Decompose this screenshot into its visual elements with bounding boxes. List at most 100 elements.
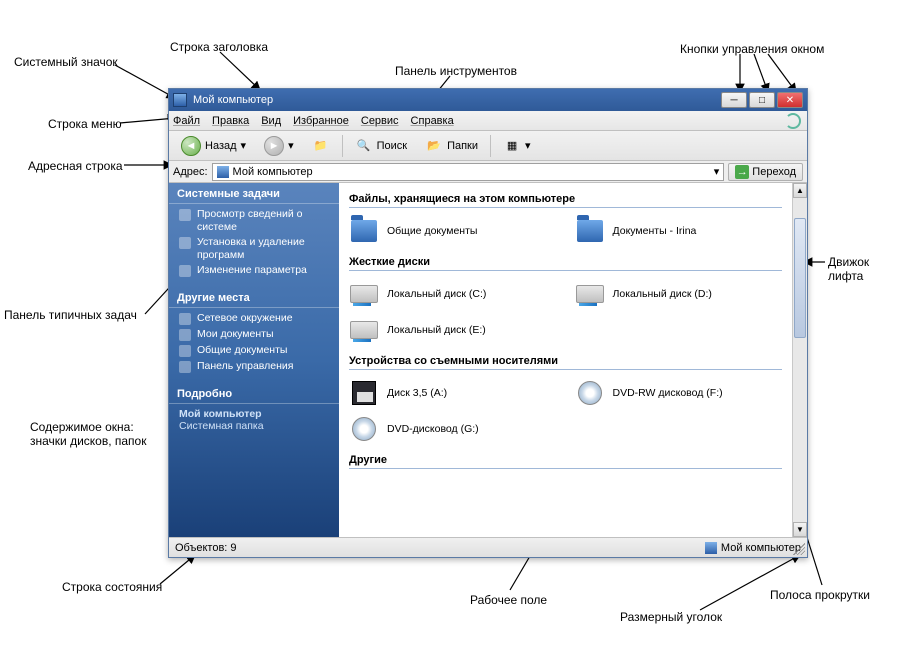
setting-icon <box>179 265 191 277</box>
drive-icon <box>576 285 604 303</box>
scroll-up-button[interactable]: ▲ <box>793 183 807 198</box>
sidebar-item[interactable]: Установка и удаление программ <box>179 236 333 261</box>
menu-tools[interactable]: Сервис <box>361 115 399 127</box>
menu-view[interactable]: Вид <box>261 115 281 127</box>
go-arrow-icon: → <box>735 165 749 179</box>
content-pane[interactable]: Файлы, хранящиеся на этом компьютере Общ… <box>339 183 792 537</box>
scroll-track[interactable] <box>793 198 807 522</box>
network-icon <box>179 313 191 325</box>
sidebar-item[interactable]: Изменение параметра <box>179 264 333 277</box>
computer-icon <box>217 166 229 178</box>
computer-icon <box>705 542 717 554</box>
folders-icon: 📂 <box>425 137 443 155</box>
callout-scrollbar: Полоса прокрутки <box>770 588 870 602</box>
toolbar: ◄ Назад ▾ ► ▾ 📁 🔍 Поиск 📂 Папки ▦ ▾ <box>169 131 807 161</box>
back-icon: ◄ <box>181 136 201 156</box>
optical-item[interactable]: DVD-RW дисковод (F:) <box>575 378 783 408</box>
nav-back-button[interactable]: ◄ Назад ▾ <box>175 134 252 158</box>
callout-thumb: Движок лифта <box>828 255 900 283</box>
scroll-thumb[interactable] <box>794 218 806 338</box>
up-folder-icon: 📁 <box>312 137 330 155</box>
nav-forward-button[interactable]: ► ▾ <box>258 134 300 158</box>
address-value: Мой компьютер <box>233 166 313 178</box>
toolbar-separator <box>490 135 491 157</box>
shared-icon <box>179 345 191 357</box>
search-button[interactable]: 🔍 Поиск <box>349 135 413 157</box>
forward-icon: ► <box>264 136 284 156</box>
callout-menu-row: Строка меню <box>48 117 122 131</box>
dropdown-icon[interactable]: ▾ <box>714 165 720 178</box>
callout-title-row: Строка заголовка <box>170 40 268 54</box>
callout-resize: Размерный уголок <box>620 610 722 624</box>
vertical-scrollbar[interactable]: ▲ ▼ <box>792 183 807 537</box>
callout-sys-icon: Системный значок <box>14 55 118 69</box>
menu-favorites[interactable]: Избранное <box>293 115 349 127</box>
info-icon <box>179 209 191 221</box>
task-panel: Системные задачи Просмотр сведений о сис… <box>169 183 339 537</box>
menu-file[interactable]: Файл <box>173 115 200 127</box>
folder-item[interactable]: Документы - Irina <box>575 216 783 246</box>
menu-edit[interactable]: Правка <box>212 115 249 127</box>
group-header: Устройства со съемными носителями <box>349 355 782 370</box>
menu-help[interactable]: Справка <box>411 115 454 127</box>
callout-contents: Содержимое окна: значки дисков, папок <box>30 420 146 448</box>
task-section-head: Другие места <box>169 287 339 308</box>
callout-status-row: Строка состояния <box>62 580 162 594</box>
address-bar: Адрес: Мой компьютер ▾ → Переход <box>169 161 807 183</box>
programs-icon <box>179 237 191 249</box>
maximize-button[interactable]: □ <box>749 92 775 108</box>
drive-icon <box>350 285 378 303</box>
go-label: Переход <box>752 166 796 178</box>
group-header: Другие <box>349 454 782 469</box>
callout-work-area: Рабочее поле <box>470 593 547 607</box>
folders-button[interactable]: 📂 Папки <box>419 135 484 157</box>
cd-icon <box>352 417 376 441</box>
menu-bar: Файл Правка Вид Избранное Сервис Справка <box>169 111 807 131</box>
views-button[interactable]: ▦ ▾ <box>497 135 537 157</box>
status-right: Мой компьютер <box>721 542 801 554</box>
cd-icon <box>578 381 602 405</box>
close-button[interactable]: ✕ <box>777 92 803 108</box>
sidebar-item[interactable]: Просмотр сведений о системе <box>179 208 333 233</box>
drive-item[interactable]: Локальный диск (C:) <box>349 279 557 309</box>
views-icon: ▦ <box>503 137 521 155</box>
drive-item[interactable]: Локальный диск (D:) <box>575 279 783 309</box>
callout-win-buttons: Кнопки управления окном <box>680 42 824 56</box>
optical-item[interactable]: DVD-дисковод (G:) <box>349 414 557 444</box>
folder-item[interactable]: Общие документы <box>349 216 557 246</box>
folder-icon <box>577 220 603 242</box>
nav-back-label: Назад <box>205 140 237 152</box>
address-label: Адрес: <box>173 166 208 178</box>
address-input[interactable]: Мой компьютер ▾ <box>212 163 725 181</box>
folder-icon <box>351 220 377 242</box>
details-type: Системная папка <box>179 420 329 432</box>
callout-addr-row: Адресная строка <box>28 159 123 173</box>
group-header: Файлы, хранящиеся на этом компьютере <box>349 193 782 208</box>
titlebar[interactable]: Мой компьютер ─ □ ✕ <box>169 89 807 111</box>
sidebar-item[interactable]: Сетевое окружение <box>179 312 333 325</box>
drive-item[interactable]: Локальный диск (E:) <box>349 315 557 345</box>
search-icon: 🔍 <box>355 137 373 155</box>
control-panel-icon <box>179 361 191 373</box>
details-name: Мой компьютер <box>179 408 329 420</box>
resize-grip[interactable] <box>793 543 805 555</box>
sidebar-item[interactable]: Панель управления <box>179 360 333 373</box>
minimize-button[interactable]: ─ <box>721 92 747 108</box>
toolbar-separator <box>342 135 343 157</box>
nav-up-button[interactable]: 📁 <box>306 135 336 157</box>
system-icon[interactable] <box>173 93 187 107</box>
folders-label: Папки <box>447 140 478 152</box>
go-button[interactable]: → Переход <box>728 163 803 181</box>
sidebar-item[interactable]: Общие документы <box>179 344 333 357</box>
window-title: Мой компьютер <box>193 94 273 106</box>
sidebar-item[interactable]: Мои документы <box>179 328 333 341</box>
task-section-head: Системные задачи <box>169 183 339 204</box>
callout-toolbar: Панель инструментов <box>395 64 517 78</box>
group-header: Жесткие диски <box>349 256 782 271</box>
status-left: Объектов: 9 <box>175 542 237 554</box>
floppy-item[interactable]: Диск 3,5 (A:) <box>349 378 557 408</box>
scroll-down-button[interactable]: ▼ <box>793 522 807 537</box>
explorer-window: Мой компьютер ─ □ ✕ Файл Правка Вид Избр… <box>168 88 808 558</box>
task-section-head: Подробно <box>169 383 339 404</box>
throbber-icon <box>785 113 801 129</box>
